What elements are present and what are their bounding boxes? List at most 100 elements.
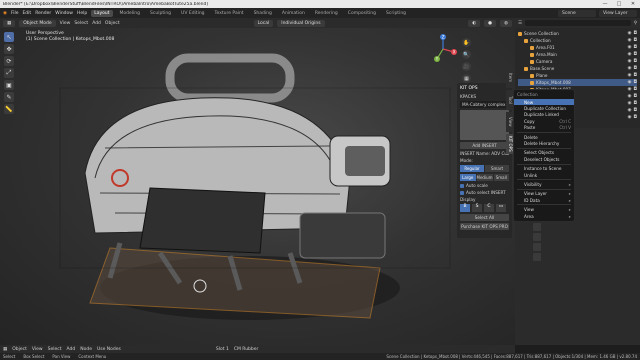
camera-icon[interactable]: ◘ xyxy=(633,59,637,64)
tab-compositing[interactable]: Compositing xyxy=(345,10,379,17)
eye-icon[interactable]: ◉ xyxy=(628,94,632,99)
slot-selector[interactable]: Slot 1 xyxy=(216,347,229,352)
select-all-button[interactable]: Select All xyxy=(460,214,509,221)
display-solid-button[interactable]: S xyxy=(472,204,482,212)
robot-model-render[interactable] xyxy=(0,28,515,345)
tab-uv-editing[interactable]: UV Editing xyxy=(178,10,207,17)
menu-view[interactable]: View xyxy=(60,21,71,26)
context-menu-item[interactable]: Paste Ctrl V xyxy=(514,125,574,131)
camera-icon[interactable]: ◘ xyxy=(633,115,637,120)
scene-selector[interactable]: Scene xyxy=(558,9,596,17)
menu-view-node[interactable]: View xyxy=(32,347,43,352)
eye-icon[interactable]: ◉ xyxy=(628,45,632,50)
menu-add[interactable]: Add xyxy=(92,21,101,26)
context-menu-item[interactable]: Unlink xyxy=(514,172,574,178)
camera-icon[interactable]: ◘ xyxy=(633,66,637,71)
display-cutter-button[interactable]: C xyxy=(484,204,494,212)
ortho-toggle-icon[interactable]: ▦ xyxy=(462,74,471,83)
tab-item[interactable]: Item xyxy=(506,68,515,88)
node-editor-type-icon[interactable]: ▦ xyxy=(3,347,7,352)
camera-icon[interactable]: ◘ xyxy=(633,87,637,92)
camera-icon[interactable]: ◘ xyxy=(633,80,637,85)
menu-select-node[interactable]: Select xyxy=(48,347,62,352)
tab-modeling[interactable]: Modeling xyxy=(117,10,143,17)
menu-window[interactable]: Window xyxy=(55,11,73,16)
context-menu-item[interactable]: Area ▸ xyxy=(514,213,574,219)
tab-scripting[interactable]: Scripting xyxy=(383,10,409,17)
use-nodes-checkbox[interactable]: Use Nodes xyxy=(97,347,121,352)
eye-icon[interactable]: ◉ xyxy=(628,59,632,64)
outliner-editor-icon[interactable]: ☰ xyxy=(518,21,522,26)
editor-type-button[interactable]: ▦ xyxy=(3,19,16,27)
eye-icon[interactable]: ◉ xyxy=(628,108,632,113)
eye-icon[interactable]: ◉ xyxy=(628,80,632,85)
outliner-row[interactable]: Camera ◉ ◘ xyxy=(518,58,637,65)
orientation-selector[interactable]: Local xyxy=(253,19,274,27)
camera-icon[interactable]: ◘ xyxy=(633,94,637,99)
outliner-row[interactable]: Plane ◉ ◘ xyxy=(518,72,637,79)
size-small-button[interactable]: Small xyxy=(493,174,509,181)
menu-file[interactable]: File xyxy=(11,11,19,16)
view-layer-selector[interactable]: View Layer xyxy=(599,9,637,17)
eye-icon[interactable]: ◉ xyxy=(628,31,632,36)
context-menu-item[interactable]: ID Data ▸ xyxy=(514,197,574,203)
size-medium-button[interactable]: Medium xyxy=(476,174,493,181)
tab-animation[interactable]: Animation xyxy=(279,10,308,17)
camera-icon[interactable]: ◘ xyxy=(633,31,637,36)
camera-view-icon[interactable]: 🎥 xyxy=(462,62,471,71)
select-tool-icon[interactable]: ↖ xyxy=(4,32,14,42)
close-button[interactable]: ✕ xyxy=(626,1,640,7)
scale-tool-icon[interactable]: ⤢ xyxy=(4,68,14,78)
transform-tool-icon[interactable]: ▣ xyxy=(4,80,14,90)
camera-icon[interactable]: ◘ xyxy=(633,101,637,106)
pan-view-icon[interactable]: ✋ xyxy=(462,38,471,47)
rotate-tool-icon[interactable]: ⟳ xyxy=(4,56,14,66)
menu-render[interactable]: Render xyxy=(35,11,51,16)
shading-solid-icon[interactable]: ● xyxy=(484,19,497,27)
maximize-button[interactable]: □ xyxy=(612,1,626,7)
pivot-selector[interactable]: Individual Origins xyxy=(277,19,325,27)
auto-scale-checkbox[interactable]: Auto scale xyxy=(460,183,509,188)
menu-add-node[interactable]: Add xyxy=(67,347,76,352)
menu-help[interactable]: Help xyxy=(77,11,87,16)
camera-icon[interactable]: ◘ xyxy=(633,73,637,78)
size-large-button[interactable]: Large xyxy=(460,174,476,181)
data-props-icon[interactable] xyxy=(533,243,541,251)
eye-icon[interactable]: ◉ xyxy=(628,115,632,120)
tab-layout[interactable]: Layout xyxy=(91,9,113,17)
tab-sculpting[interactable]: Sculpting xyxy=(147,10,174,17)
zoom-view-icon[interactable]: 🔍 xyxy=(462,50,471,59)
minimize-button[interactable]: — xyxy=(598,1,612,7)
tab-texture-paint[interactable]: Texture Paint xyxy=(212,10,247,17)
camera-icon[interactable]: ◘ xyxy=(633,38,637,43)
3d-viewport[interactable]: User Perspective (1) Scene Collection | … xyxy=(0,28,515,345)
outliner-row[interactable]: Kitops_Mbot.008 ◉ ◘ xyxy=(518,79,637,86)
measure-tool-icon[interactable]: 📏 xyxy=(4,104,14,114)
navigation-gizmo[interactable]: X Y Z xyxy=(428,34,458,64)
outliner-row[interactable]: Base.Scene ◉ ◘ xyxy=(518,65,637,72)
display-wire-button[interactable]: ▭ xyxy=(496,204,506,212)
camera-icon[interactable]: ◘ xyxy=(633,108,637,113)
mode-regular-button[interactable]: Regular xyxy=(460,165,484,172)
camera-icon[interactable]: ◘ xyxy=(633,45,637,50)
physics-props-icon[interactable] xyxy=(533,223,541,231)
material-props-icon[interactable] xyxy=(533,253,541,261)
display-bounds-button[interactable]: B xyxy=(460,204,470,212)
menu-object[interactable]: Object xyxy=(105,21,120,26)
outliner-row[interactable]: Area.Main ◉ ◘ xyxy=(518,51,637,58)
outliner-row[interactable]: Collection ◉ ◘ xyxy=(518,37,637,44)
eye-icon[interactable]: ◉ xyxy=(628,66,632,71)
menu-select[interactable]: Select xyxy=(74,21,88,26)
purchase-pro-button[interactable]: Purchase KIT OPS PRO xyxy=(460,223,509,230)
mode-selector[interactable]: Object Mode xyxy=(19,19,56,27)
overlay-icon[interactable]: ◐ xyxy=(468,19,481,27)
eye-icon[interactable]: ◉ xyxy=(628,87,632,92)
context-menu-item[interactable]: Delete Hierarchy xyxy=(514,140,574,146)
context-menu-item[interactable]: Visibility ▸ xyxy=(514,181,574,187)
menu-node[interactable]: Node xyxy=(80,347,92,352)
constraints-props-icon[interactable] xyxy=(533,233,541,241)
auto-select-checkbox[interactable]: Auto select INSERT xyxy=(460,190,509,195)
add-insert-button[interactable]: Add INSERT xyxy=(460,142,509,149)
tab-shading[interactable]: Shading xyxy=(251,10,275,17)
eye-icon[interactable]: ◉ xyxy=(628,38,632,43)
